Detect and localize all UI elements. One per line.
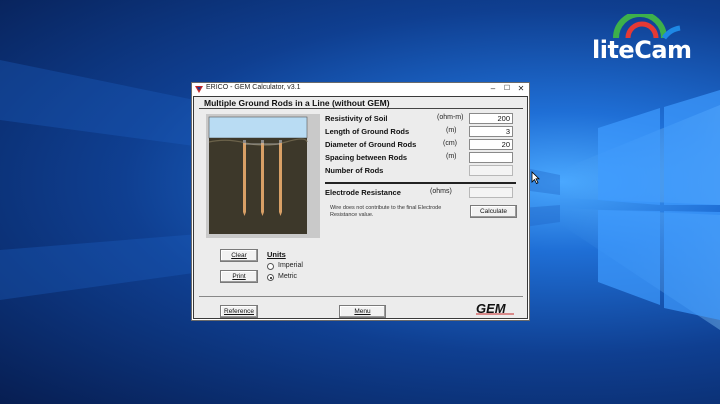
electrode-resistance-output [469,187,513,198]
gem-calculator-window: ERICO - GEM Calculator, v3.1 – ☐ ✕ Multi… [191,82,530,321]
electrode-resistance-label: Electrode Resistance [325,188,401,197]
menu-button[interactable]: Menu [339,305,386,318]
units-title: Units [267,250,286,259]
gem-logo-text: GEM [476,301,507,315]
rod-length-label: Length of Ground Rods [325,127,410,136]
litecam-watermark: liteCam [588,11,712,64]
reference-button[interactable]: Reference [220,305,258,318]
cursor-icon [531,171,540,184]
result-separator [325,182,516,184]
rod-count-row: Number of Rods [325,165,520,177]
maximize-button[interactable]: ☐ [500,83,514,95]
resistivity-input[interactable] [469,113,513,124]
resistivity-label: Resistivity of Soil [325,114,388,123]
calculate-button[interactable]: Calculate [470,205,517,218]
menu-button-label: Menu [354,308,371,315]
calculator-form: Multiple Ground Rods in a Line (without … [193,96,528,319]
rod-diameter-input[interactable] [469,139,513,150]
electrode-resistance-unit: (ohms) [430,188,452,195]
rod-spacing-input[interactable] [469,152,513,163]
rod-count-input[interactable] [469,165,513,176]
gem-logo: GEM [474,301,520,315]
rod-spacing-row: Spacing between Rods (m) [325,152,520,164]
resistivity-row: Resistivity of Soil (ohm-m) [325,113,520,125]
wire-note: Wire does not contribute to the final El… [330,205,442,218]
footer-divider [199,296,523,297]
app-icon [194,84,204,94]
form-heading: Multiple Ground Rods in a Line (without … [204,98,390,108]
resistivity-unit: (ohm-m) [437,114,464,121]
window-title: ERICO - GEM Calculator, v3.1 [206,84,301,91]
rod-length-unit: (m) [446,127,457,134]
clear-button-label: Clear [231,252,247,259]
clear-button[interactable]: Clear [220,249,258,262]
rod-length-input[interactable] [469,126,513,137]
close-button[interactable]: ✕ [514,83,528,95]
electrode-resistance-row: Electrode Resistance (ohms) [325,187,520,199]
metric-radio[interactable] [267,274,274,281]
rod-diameter-label: Diameter of Ground Rods [325,140,417,149]
rod-count-label: Number of Rods [325,166,384,175]
watermark-text: liteCam [592,36,692,64]
imperial-radio[interactable] [267,263,274,270]
title-bar[interactable]: ERICO - GEM Calculator, v3.1 – ☐ ✕ [192,83,529,96]
reference-button-label: Reference [224,308,254,315]
minimize-button[interactable]: – [486,83,500,95]
rod-spacing-label: Spacing between Rods [325,153,408,162]
print-button[interactable]: Print [220,270,258,283]
print-button-label: Print [232,273,246,280]
rod-length-row: Length of Ground Rods (m) [325,126,520,138]
rod-spacing-unit: (m) [446,153,457,160]
metric-label: Metric [278,273,298,280]
imperial-label: Imperial [278,262,303,269]
ground-rod-diagram [206,114,320,238]
heading-divider [199,108,523,109]
rod-diameter-unit: (cm) [443,140,457,147]
rod-diameter-row: Diameter of Ground Rods (cm) [325,139,520,151]
